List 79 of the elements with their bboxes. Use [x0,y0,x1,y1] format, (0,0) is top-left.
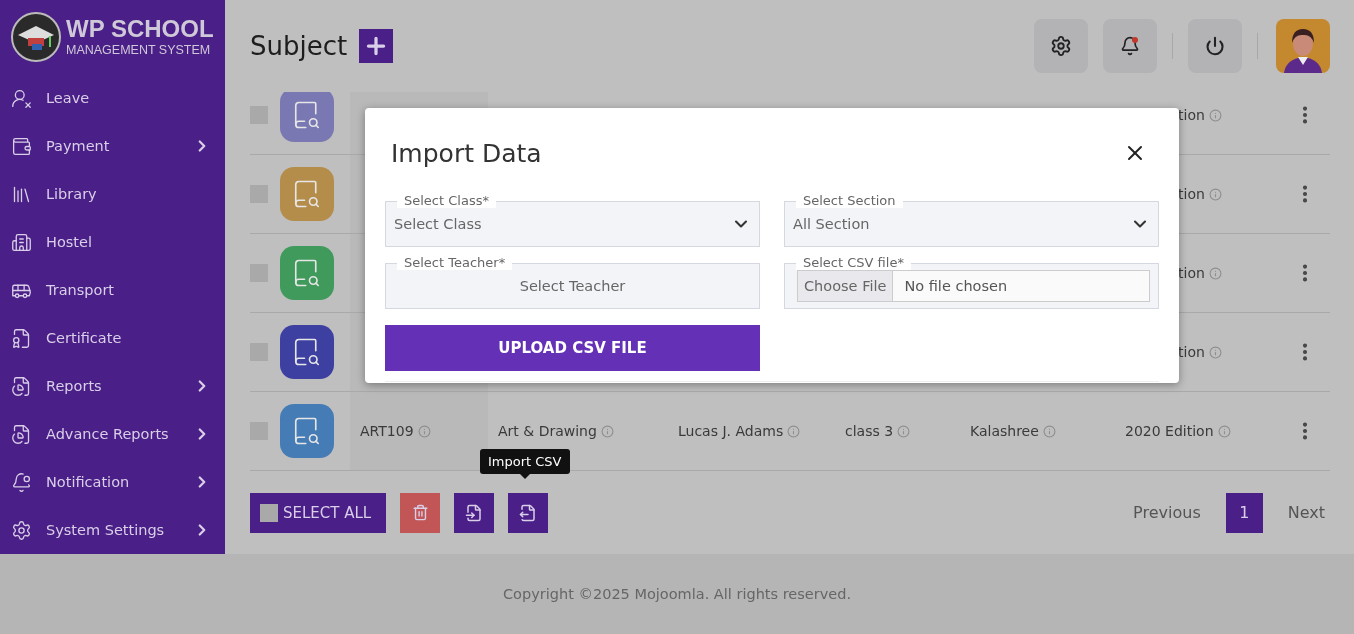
delete-button[interactable] [400,492,441,533]
field-value: Select Class [394,216,483,232]
brand-title: WP SCHOOL [66,17,214,42]
book-search-icon [292,258,322,288]
file-status: No file chosen [903,278,1008,294]
page-title: Subject [250,31,348,61]
sidebar-item[interactable]: Library [0,170,225,218]
field-label: Select Class* [397,193,496,208]
author-name: Kalashree [970,423,1039,439]
subject-code: ART109 [360,423,414,439]
info-icon[interactable] [417,424,431,438]
user-icon [11,87,32,109]
certificate-icon [11,327,32,349]
settings-icon [1050,35,1072,57]
book-search-icon [292,179,322,209]
book-search-icon [292,416,322,446]
sidebar-item[interactable]: Notification [0,458,225,506]
page-number[interactable]: 1 [1225,492,1263,533]
sidebar-item[interactable]: Reports [0,362,225,410]
logout-button[interactable] [1188,19,1242,73]
info-icon[interactable] [1208,108,1222,122]
file-arrow-icon [519,503,538,522]
school-logo-icon [10,11,62,63]
notification-button[interactable] [1103,19,1157,73]
dialog-title: Import Data [391,138,542,168]
next-link[interactable]: Next [1282,503,1330,522]
sidebar-item[interactable]: Advance Reports [0,410,225,458]
power-icon [1205,36,1225,56]
tooltip: Import CSV [480,449,570,479]
trash-icon [411,504,429,521]
report-icon [11,423,32,445]
previous-link[interactable]: Previous [1128,503,1206,522]
bell-icon [11,471,32,493]
sidebar-item[interactable]: Leave [0,74,225,122]
edition-text: tion [1178,344,1205,360]
sidebar-item[interactable]: Payment [0,122,225,170]
info-icon[interactable] [600,424,614,438]
export-button[interactable] [454,492,495,533]
field-label: Select Section [796,193,903,208]
settings-button[interactable] [1034,19,1088,73]
class-name: class 3 [845,423,894,439]
info-icon[interactable] [1208,266,1222,280]
field-value: All Section [793,216,871,232]
copyright-text: Copyright ©2025 Mojoomla. All rights reserved. [503,586,851,602]
sidebar-item[interactable]: Certificate [0,314,225,362]
file-arrow-icon [465,503,484,522]
edition-text: tion [1178,186,1205,202]
edition-text: 2020 Edition [1125,423,1214,439]
sidebar-item[interactable]: Hostel [0,218,225,266]
book-search-icon [292,100,322,130]
report-icon [11,375,32,397]
choose-file-button[interactable]: Choose File [798,271,894,301]
settings-icon [11,519,32,541]
select-all-button[interactable]: SELECT ALL [250,492,387,533]
field-label: Select CSV file* [796,255,911,270]
info-icon[interactable] [787,424,801,438]
avatar[interactable] [1276,19,1330,73]
bell-icon [1120,36,1140,56]
teacher-name: Lucas J. Adams [678,423,784,439]
info-icon[interactable] [1208,187,1222,201]
book-search-icon [292,337,322,367]
brand-subtitle: MANAGEMENT SYSTEM [66,44,212,57]
upload-button[interactable]: UPLOAD CSV FILE [385,325,760,371]
sidebar-item[interactable]: System Settings [0,506,225,554]
building-icon [11,231,32,253]
edition-text: tion [1178,107,1205,123]
field-value: Select Teacher [518,278,627,294]
sidebar-item[interactable]: Transport [0,266,225,314]
add-button[interactable] [359,29,394,63]
wallet-icon [11,135,32,157]
edition-text: tion [1178,265,1205,281]
file-input[interactable]: Choose File No file chosen [797,270,1150,302]
info-icon[interactable] [1208,345,1222,359]
subject-name: Art & Drawing [498,423,597,439]
field-label: Select Teacher* [397,255,513,270]
info-icon[interactable] [1042,424,1056,438]
info-icon[interactable] [897,424,911,438]
info-icon[interactable] [1217,424,1231,438]
import-button[interactable] [508,492,549,533]
